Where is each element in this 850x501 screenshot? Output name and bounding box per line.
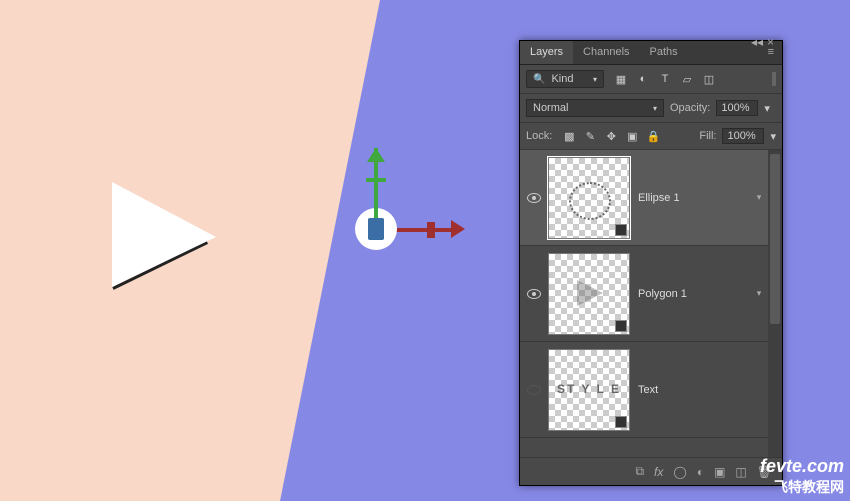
layer-row[interactable]: Polygon 1 ▾ — [520, 246, 782, 342]
lock-all-icon[interactable]: 🔒 — [646, 130, 660, 143]
filter-smartobject-icon[interactable]: ◫ — [702, 73, 716, 86]
lock-label: Lock: — [526, 130, 552, 142]
smart-object-badge-icon — [615, 320, 627, 332]
gizmo-origin-cube[interactable] — [368, 218, 384, 240]
visibility-toggle-icon[interactable] — [527, 289, 541, 299]
lock-pixels-icon[interactable]: ✎ — [583, 130, 597, 143]
filter-shape-icon[interactable]: ▱ — [680, 73, 694, 86]
opacity-input[interactable]: 100% — [716, 100, 758, 116]
tab-layers[interactable]: Layers — [520, 41, 573, 64]
smart-object-badge-icon — [615, 224, 627, 236]
axis-y-arrow-icon[interactable] — [367, 148, 385, 162]
fill-label: Fill: — [699, 130, 716, 142]
filter-toggle-switch[interactable] — [772, 72, 776, 86]
watermark-url: fevte.com — [760, 456, 844, 477]
blend-row: Normal ▾ Opacity: 100% ▾ — [520, 94, 782, 123]
chevron-down-icon: ▾ — [653, 104, 657, 113]
add-mask-icon[interactable]: ◯ — [673, 465, 686, 479]
lock-artboard-icon[interactable]: ▣ — [625, 130, 639, 143]
layers-panel: ◂◂ × Layers Channels Paths ≡ 🔍 Kind ▾ ▦ … — [519, 40, 783, 486]
lock-transparency-icon[interactable]: ▩ — [562, 130, 576, 143]
chevron-down-icon[interactable]: ▾ — [764, 102, 770, 115]
layers-list: Ellipse 1 ▾ Polygon 1 ▾ ST Y L E Text — [520, 150, 782, 470]
filter-pixel-icon[interactable]: ▦ — [614, 73, 628, 86]
chevron-down-icon[interactable]: ▾ — [770, 130, 776, 143]
lock-position-icon[interactable]: ✥ — [604, 130, 618, 143]
visibility-toggle-icon[interactable] — [527, 193, 541, 203]
axis-x-arrow-icon[interactable] — [451, 220, 465, 238]
layers-panel-footer: ⧉ fx ◯ ◐ ▣ ◫ 🗑 — [520, 457, 782, 485]
layer-thumbnail[interactable] — [548, 157, 630, 239]
link-layers-icon[interactable]: ⧉ — [635, 464, 644, 479]
opacity-label: Opacity: — [670, 102, 710, 114]
layer-thumbnail[interactable]: ST Y L E — [548, 349, 630, 431]
blend-mode-value: Normal — [533, 102, 568, 114]
chevron-down-icon[interactable]: ▾ — [750, 192, 768, 203]
collapse-icon[interactable]: ◂◂ — [751, 35, 763, 49]
filter-type-icon[interactable]: T — [658, 73, 672, 86]
layer-row[interactable]: Ellipse 1 ▾ — [520, 150, 782, 246]
tab-paths[interactable]: Paths — [640, 41, 688, 64]
filter-type-icons: ▦ ◐ T ▱ ◫ — [614, 73, 716, 86]
chevron-down-icon[interactable]: ▾ — [750, 288, 768, 299]
fill-value: 100% — [727, 130, 755, 142]
watermark: fevte.com 飞特教程网 — [760, 456, 844, 497]
filter-kind-label: Kind — [551, 73, 573, 85]
layer-thumbnail[interactable] — [548, 253, 630, 335]
chevron-down-icon: ▾ — [593, 75, 597, 84]
watermark-text: 飞特教程网 — [760, 477, 844, 497]
search-icon: 🔍 — [533, 74, 545, 85]
polygon-shape[interactable] — [112, 182, 216, 287]
new-group-icon[interactable]: ▣ — [714, 465, 725, 479]
smart-object-badge-icon — [615, 416, 627, 428]
opacity-value: 100% — [721, 102, 749, 114]
visibility-toggle-icon[interactable] — [527, 385, 541, 395]
axis-y-handle[interactable] — [366, 178, 386, 182]
fill-input[interactable]: 100% — [722, 128, 764, 144]
scrollbar-track[interactable] — [768, 150, 782, 470]
thumb-text-preview: ST Y L E — [557, 383, 621, 396]
scrollbar-thumb[interactable] — [770, 154, 780, 324]
filter-kind-select[interactable]: 🔍 Kind ▾ — [526, 70, 604, 88]
layer-row[interactable]: ST Y L E Text — [520, 342, 782, 438]
new-layer-icon[interactable]: ◫ — [735, 465, 746, 479]
filter-adjustment-icon[interactable]: ◐ — [636, 73, 650, 86]
layer-filter-row: 🔍 Kind ▾ ▦ ◐ T ▱ ◫ — [520, 65, 782, 94]
layer-name[interactable]: Polygon 1 — [638, 288, 750, 300]
adjustment-layer-icon[interactable]: ◐ — [697, 465, 704, 479]
close-panel-icon[interactable]: × — [767, 35, 774, 49]
tab-channels[interactable]: Channels — [573, 41, 639, 64]
3d-axis-gizmo[interactable] — [355, 148, 475, 268]
panel-flyout-controls: ◂◂ × — [743, 33, 782, 51]
blend-mode-select[interactable]: Normal ▾ — [526, 99, 664, 117]
lock-icons: ▩ ✎ ✥ ▣ 🔒 — [562, 130, 660, 143]
layer-name[interactable]: Ellipse 1 — [638, 192, 750, 204]
axis-x-handle[interactable] — [427, 222, 435, 238]
lock-row: Lock: ▩ ✎ ✥ ▣ 🔒 Fill: 100% ▾ — [520, 123, 782, 150]
layer-name[interactable]: Text — [638, 384, 768, 396]
layer-fx-icon[interactable]: fx — [654, 465, 663, 479]
axis-x[interactable] — [387, 228, 457, 232]
